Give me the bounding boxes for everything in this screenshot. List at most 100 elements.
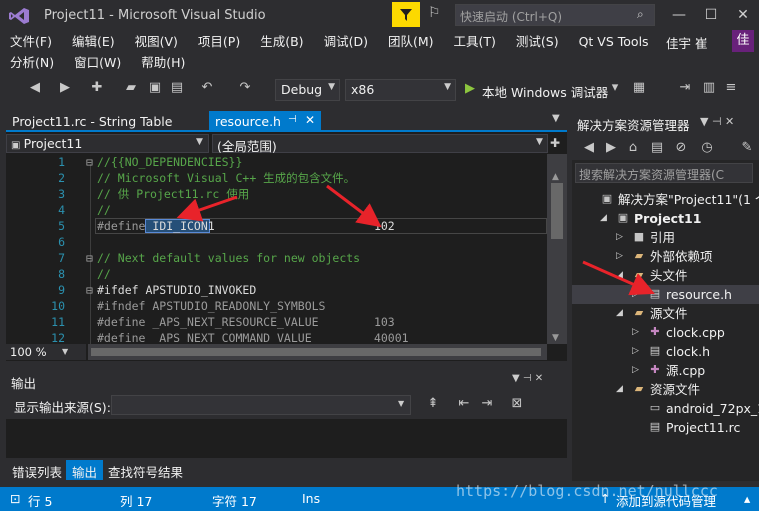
panel-window-controls[interactable]: ▼ ⊣ ✕ — [700, 115, 734, 128]
output-source-select[interactable] — [111, 395, 411, 415]
tree-item[interactable]: ▤ Project11.rc — [572, 418, 759, 437]
next-message-icon[interactable]: ⇥ — [478, 396, 496, 411]
collapsed-arrow-icon[interactable]: ▷ — [616, 247, 623, 266]
tree-item[interactable]: ▷ ■ 引用 — [572, 228, 759, 247]
back-icon[interactable]: ◀ — [580, 140, 598, 155]
find-message-icon[interactable]: ⇞ — [424, 396, 442, 411]
collapsed-arrow-icon[interactable]: ▷ — [632, 342, 639, 361]
forward-icon[interactable]: ▶ — [56, 80, 74, 95]
scroll-up-icon[interactable]: ▲ — [552, 172, 559, 182]
expanded-arrow-icon[interactable]: ◢ — [616, 304, 623, 323]
menu-item[interactable]: 视图(V) — [125, 31, 188, 52]
menu-item[interactable]: 帮助(H) — [131, 52, 195, 73]
code-line[interactable]: 10 #ifndef APSTUDIO_READONLY_SYMBOLS — [6, 298, 547, 314]
tree-item[interactable]: ▭ android_72px_1 — [572, 399, 759, 418]
collapsed-arrow-icon[interactable]: ▷ — [632, 361, 639, 380]
play-icon[interactable]: ▶ — [465, 81, 475, 96]
fold-toggle-icon[interactable]: ⊟ — [86, 250, 93, 266]
code-line[interactable]: 3 // 供 Project11.rc 使用 — [6, 186, 547, 202]
menu-item[interactable]: 工具(T) — [444, 31, 506, 52]
switch-views-icon[interactable]: ▤ — [648, 140, 666, 155]
menu-item[interactable]: 团队(M) — [378, 31, 444, 52]
chevron-up-icon[interactable]: ▴ — [744, 491, 750, 506]
clear-all-icon[interactable]: ⊠ — [508, 396, 526, 411]
pending-changes-icon[interactable]: ⊘ — [672, 140, 690, 155]
code-line[interactable]: 6 — [6, 234, 547, 250]
tree-item[interactable]: ◢ ▰ 资源文件 — [572, 380, 759, 399]
collapsed-arrow-icon[interactable]: ▷ — [616, 228, 623, 247]
step-icon[interactable]: ⇥ — [676, 80, 694, 95]
save-icon[interactable]: ▣ — [146, 80, 164, 95]
vertical-scroll-thumb[interactable] — [551, 183, 563, 239]
tree-item[interactable]: ▷ ✚ clock.cpp — [572, 323, 759, 342]
save-all-icon[interactable]: ▤ — [168, 80, 186, 95]
project-navigation-select[interactable]: ▣ Project11 — [6, 134, 209, 153]
tree-item[interactable]: ▷ ▰ 外部依赖项 — [572, 247, 759, 266]
start-debugger-button[interactable]: 本地 Windows 调试器 — [482, 82, 608, 101]
feedback-filter-button[interactable] — [392, 2, 420, 27]
fold-toggle-icon[interactable]: ⊟ — [86, 282, 93, 298]
collapsed-arrow-icon[interactable]: ▷ — [632, 285, 639, 304]
comment-icon[interactable]: ≡ — [722, 80, 740, 95]
maximize-button[interactable]: ☐ — [696, 3, 726, 27]
code-editor[interactable]: 1 ⊟ //{{NO_DEPENDENCIES}} 2 // Microsoft Vis… — [6, 154, 547, 344]
menu-item[interactable]: 窗口(W) — [64, 52, 131, 73]
code-line[interactable]: 5 #define IDI_ICON1 102 — [6, 218, 547, 234]
close-button[interactable]: ✕ — [728, 3, 758, 27]
scope-navigation-select[interactable]: (全局范围) — [212, 134, 548, 154]
collapsed-arrow-icon[interactable]: ▷ — [632, 323, 639, 342]
scroll-down-icon[interactable]: ▼ — [552, 333, 559, 343]
tree-item[interactable]: ▷ ▤ clock.h — [572, 342, 759, 361]
code-line[interactable]: 8 // — [6, 266, 547, 282]
menu-item[interactable]: 项目(P) — [188, 31, 250, 52]
back-icon[interactable]: ◀ — [26, 80, 44, 95]
fold-toggle-icon[interactable]: ⊟ — [86, 154, 93, 170]
expanded-arrow-icon[interactable]: ◢ — [616, 380, 623, 399]
expanded-arrow-icon[interactable]: ◢ — [616, 266, 623, 285]
output-text-area[interactable] — [6, 419, 567, 458]
code-line[interactable]: 11 #define _APS_NEXT_RESOURCE_VALUE 103 — [6, 314, 547, 330]
new-project-icon[interactable]: ✚ — [88, 80, 106, 95]
zoom-select[interactable]: 100 % — [6, 344, 86, 360]
undo-icon[interactable]: ↶ — [198, 80, 216, 95]
tab-find-symbol-results[interactable]: 查找符号结果 — [102, 460, 189, 480]
solution-search-input[interactable]: 搜索解决方案资源管理器(C — [575, 163, 753, 183]
forward-icon[interactable]: ▶ — [602, 140, 620, 155]
tree-item[interactable]: ◢ ▣ Project11 — [572, 209, 759, 228]
properties-icon[interactable]: ✎ — [738, 140, 756, 155]
home-icon[interactable]: ⌂ — [624, 140, 642, 155]
history-icon[interactable]: ◷ — [698, 140, 716, 155]
minimize-button[interactable]: — — [664, 3, 694, 27]
split-editor-icon[interactable]: ✚ — [550, 136, 560, 150]
code-line[interactable]: 7 ⊟ // Next default values for new objects — [6, 250, 547, 266]
panel-window-controls[interactable]: ▼ ⊣ ✕ — [512, 373, 543, 384]
code-line[interactable]: 9 ⊟ #ifdef APSTUDIO_INVOKED — [6, 282, 547, 298]
code-line[interactable]: 2 // Microsoft Visual C++ 生成的包含文件。 — [6, 170, 547, 186]
previous-message-icon[interactable]: ⇤ — [455, 396, 473, 411]
avatar[interactable]: 佳 — [732, 30, 754, 52]
notifications-icon[interactable]: ⚐ — [428, 5, 448, 25]
menu-item[interactable]: 分析(N) — [0, 52, 64, 73]
chevron-down-icon[interactable]: ▾ — [606, 80, 624, 95]
tree-item[interactable]: ▷ ✚ 源.cpp — [572, 361, 759, 380]
tree-item[interactable]: ◢ ▰ 头文件 — [572, 266, 759, 285]
tree-item[interactable]: ▷ ▤ resource.h — [572, 285, 759, 304]
platform-select[interactable]: x86 ▼ — [345, 79, 456, 101]
browser-link-icon[interactable]: ▦ — [630, 80, 648, 95]
tree-item[interactable]: ▣ 解决方案"Project11"(1 个项 — [572, 190, 759, 209]
menu-item[interactable]: 调试(D) — [314, 31, 378, 52]
code-line[interactable]: 4 // — [6, 202, 547, 218]
tab-error-list[interactable]: 错误列表 — [6, 460, 68, 480]
quick-launch-input[interactable]: 快速启动 (Ctrl+Q) — [455, 4, 655, 26]
menu-item[interactable]: 测试(S) — [506, 31, 569, 52]
menu-item[interactable]: 文件(F) — [0, 31, 62, 52]
menu-item[interactable]: 生成(B) — [250, 31, 313, 52]
close-icon[interactable]: ✕ — [305, 113, 315, 127]
menu-item[interactable]: Qt VS Tools — [569, 31, 659, 52]
horizontal-scroll-thumb[interactable] — [91, 348, 541, 356]
pin-icon[interactable]: ⊣ — [288, 114, 297, 125]
layout-icon[interactable]: ▥ — [700, 80, 718, 95]
user-name[interactable]: 佳宇 崔 — [666, 33, 707, 52]
code-line[interactable]: 1 ⊟ //{{NO_DEPENDENCIES}} — [6, 154, 547, 170]
chevron-down-icon[interactable]: ▼ — [552, 113, 560, 124]
